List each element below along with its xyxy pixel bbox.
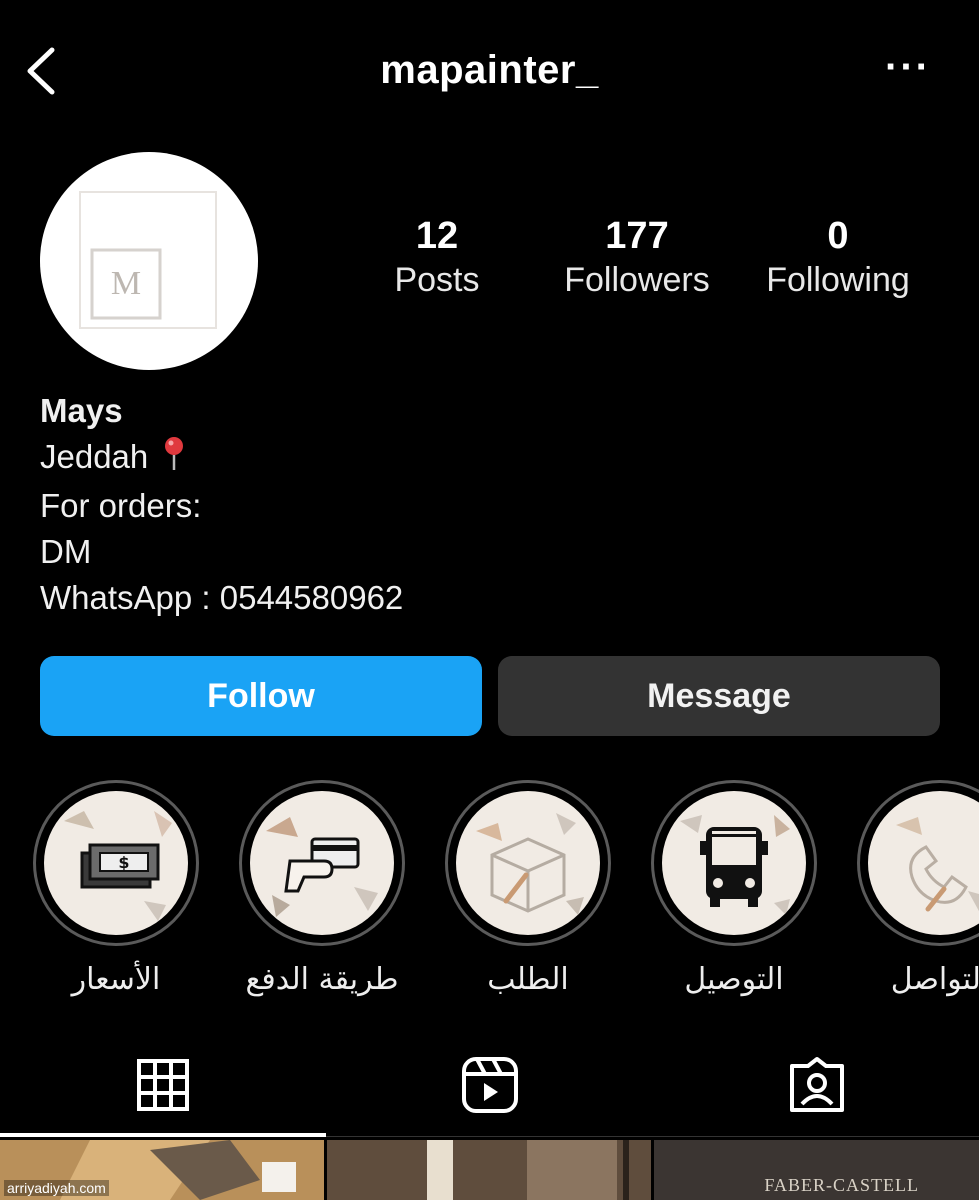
profile-header: mapainter_ ··· <box>0 0 979 140</box>
highlight-ring <box>239 780 405 946</box>
money-icon: $ <box>64 811 172 921</box>
bio-line-whatsapp: WhatsApp : 0544580962 <box>40 579 404 617</box>
highlight-prices[interactable]: $ الأسعار <box>31 780 201 997</box>
phone-contact-icon <box>896 817 979 912</box>
highlight-cover <box>662 791 806 935</box>
highlight-order[interactable]: الطلب <box>443 780 613 997</box>
highlight-cover <box>250 791 394 935</box>
highlight-ring <box>445 780 611 946</box>
tagged-icon <box>790 1057 844 1112</box>
followers-value: 177 <box>605 215 669 257</box>
profile-username: mapainter_ <box>380 48 599 92</box>
box-icon <box>476 813 584 915</box>
followers-label: Followers <box>564 261 710 299</box>
card-payment-icon <box>266 817 378 917</box>
post-thumbnail[interactable] <box>327 1140 651 1200</box>
bus-icon <box>680 815 790 915</box>
highlight-ring: $ <box>33 780 199 946</box>
tab-reels[interactable] <box>450 1050 530 1120</box>
reels-icon <box>462 1057 518 1113</box>
highlight-cover <box>456 791 600 935</box>
grid-icon <box>137 1059 189 1111</box>
posts-count[interactable]: 12 Posts <box>327 212 547 300</box>
highlight-ring <box>651 780 817 946</box>
more-options-button[interactable]: ··· <box>885 47 931 87</box>
highlight-ring <box>857 780 979 946</box>
followers-count[interactable]: 177 Followers <box>527 212 747 300</box>
bio-location: Jeddah <box>40 438 149 475</box>
posts-grid: arriyadiyah.com FABER-CASTELL <box>0 1140 979 1200</box>
post-thumbnail[interactable]: FABER-CASTELL <box>654 1140 979 1200</box>
highlight-cover <box>868 791 979 935</box>
highlight-contact[interactable]: التواصل <box>855 780 979 997</box>
post-thumbnail[interactable]: arriyadiyah.com <box>0 1140 324 1200</box>
bio-line-orders: For orders: <box>40 487 202 525</box>
highlight-label: الأسعار <box>71 962 161 997</box>
avatar-logo-image: M <box>79 191 217 329</box>
follow-button[interactable]: Follow <box>40 656 482 736</box>
highlight-label: التواصل <box>890 962 979 997</box>
highlight-cover: $ <box>44 791 188 935</box>
profile-name: Mays <box>40 392 123 429</box>
highlight-label: التوصيل <box>684 962 784 997</box>
brand-text: FABER-CASTELL <box>764 1175 919 1195</box>
active-tab-indicator <box>0 1133 326 1137</box>
posts-label: Posts <box>394 261 480 299</box>
svg-text:$: $ <box>118 853 129 872</box>
avatar-letter: M <box>111 265 141 302</box>
following-value: 0 <box>827 215 849 257</box>
avatar[interactable]: M <box>40 152 258 370</box>
tab-tagged[interactable] <box>777 1050 857 1120</box>
tab-posts-grid[interactable] <box>123 1050 203 1120</box>
highlight-delivery[interactable]: التوصيل <box>649 780 819 997</box>
highlight-label: الطلب <box>487 962 569 997</box>
highlight-label: طريقة الدفع <box>245 962 399 997</box>
bio-line-dm: DM <box>40 533 92 571</box>
following-label: Following <box>766 261 910 299</box>
pin-icon <box>161 435 187 483</box>
profile-bio: Mays Jeddah For orders: DM WhatsApp : 05… <box>40 388 403 621</box>
watermark: arriyadiyah.com <box>4 1180 109 1196</box>
message-button[interactable]: Message <box>498 656 940 736</box>
following-count[interactable]: 0 Following <box>728 212 948 300</box>
posts-value: 12 <box>415 215 459 257</box>
highlight-payment-method[interactable]: طريقة الدفع <box>237 780 407 997</box>
bio-location-line: Jeddah <box>40 434 403 483</box>
